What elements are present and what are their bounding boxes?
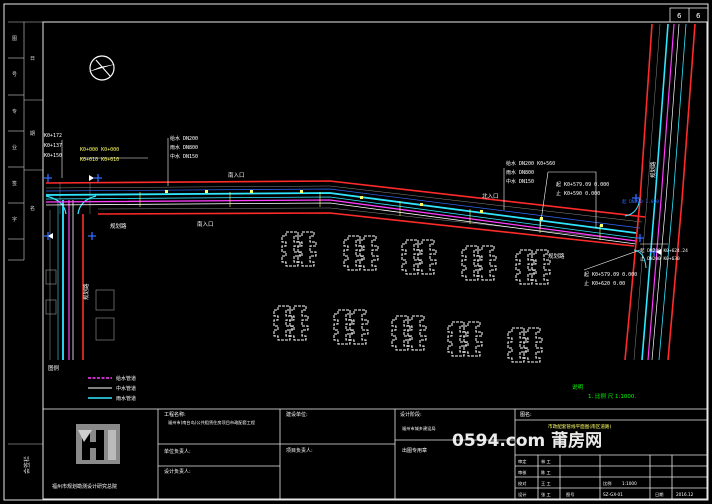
svg-text:字: 字 [12,216,17,223]
svg-text:给水 DN200 K0+560: 给水 DN200 K0+560 [506,160,555,167]
owner-label: 建设单位: [286,411,308,418]
svg-text:给水管道: 给水管道 [116,375,136,382]
svg-text:专: 专 [12,108,17,115]
drawing-name: 市政配套管线平面图(南区道路) [548,423,612,430]
chainage-3: K0+150 [44,153,62,159]
design-label: 设计阶段: [400,411,422,418]
svg-text:起 K0+579.09 0.000: 起 K0+579.09 0.000 [584,272,637,278]
svg-text:SZ-GX-01: SZ-GX-01 [603,492,623,497]
svg-text:设计: 设计 [518,491,526,498]
right-small-label: 起 DN200 1.000 [622,199,659,205]
drawing-label: 图名: [520,411,532,418]
svg-text:王 工: 王 工 [541,481,551,486]
chainage-sub-1: K0+000 K0+000 [80,147,119,153]
svg-text:中水 DN150: 中水 DN150 [506,178,534,185]
road-vertical-label: 规划路 [82,283,90,300]
legend-title: 图例 [48,364,60,372]
svg-text:审核: 审核 [518,469,527,476]
chainage-2: K0+137 [44,143,62,149]
note-title: 说明 [572,383,584,391]
svg-text:起 K0+579.09 0.000: 起 K0+579.09 0.000 [556,182,609,188]
svg-text:林 工: 林 工 [541,458,551,465]
chainage-sub-2: K0+010 K0+010 [80,157,119,163]
owner-name: 福州市城乡建设局 [402,425,436,432]
svg-text:2016.12: 2016.12 [676,492,694,497]
side-label: 会签栏 [23,456,31,474]
north-gate-label: 南入口 [228,171,245,179]
svg-text:业: 业 [12,144,17,151]
right-cross-label: 规划路 [649,161,657,178]
svg-text:止 K0+620 0.00: 止 K0+620 0.00 [584,280,625,287]
svg-text:陈 工: 陈 工 [541,469,551,476]
svg-text:雨水管道: 雨水管道 [116,395,136,402]
svg-text:审定: 审定 [518,458,526,465]
svg-text:中水 DN150: 中水 DN150 [170,153,198,160]
svg-text:给水 DN200: 给水 DN200 [170,135,198,142]
company-logo-icon [76,424,120,464]
note-text: 1. 比例 尺 1:1000. [588,392,636,400]
sheet-tag-a: 6 [677,12,682,20]
road-left-label: 规划路 [110,222,127,230]
svg-text:张 工: 张 工 [541,491,551,498]
right-gate-label: 北入口 [482,192,499,200]
svg-text:止 K0+590 0.000: 止 K0+590 0.000 [556,190,600,197]
small-left-3: 项目负责人: [286,447,313,454]
svg-text:雨水 DN800: 雨水 DN800 [506,169,534,176]
road-mid-label: 规划路 [548,252,565,260]
project-label: 工程名称: [164,411,186,418]
pipe-note-left-top: 给水 DN200 雨水 DN800 中水 DN150 [170,135,198,160]
svg-text:中水管道: 中水管道 [116,385,136,392]
svg-text:校对: 校对 [518,480,526,487]
svg-text:签: 签 [12,180,17,187]
project-name: 福州市(南台岛)公共租赁住房项目市政配套工程 [168,419,256,426]
svg-text:起 DN200 K0+624.24: 起 DN200 K0+624.24 [640,248,688,254]
svg-text:号: 号 [12,72,17,78]
svg-text:比例: 比例 [603,480,611,487]
small-left-1: 单位负责人: [164,448,191,455]
sheet-tag-b: 6 [696,12,701,20]
stamp-label: 出图专用章 [402,447,427,454]
svg-text:雨水 DN800: 雨水 DN800 [170,144,198,151]
mid-gate-label: 南入口 [197,220,214,228]
svg-text:期: 期 [30,131,35,137]
svg-text:图: 图 [12,36,17,42]
small-left-2: 设计负责人: [164,468,191,475]
svg-text:1:1000: 1:1000 [622,481,637,486]
cad-drawing-sheet: 图号专 业签字 日期名 会签栏 6 6 K0+172 K0+137 K0+150… [0,0,712,504]
svg-text:日: 日 [30,56,35,62]
svg-text:名: 名 [30,205,35,212]
svg-text:止 DN200 K0+630: 止 DN200 K0+630 [640,255,680,262]
chainage-1: K0+172 [44,133,62,139]
company-name: 福州市规划勘测设计研究总院 [52,483,117,490]
watermark-text: 0594.com 莆房网 [452,430,602,451]
